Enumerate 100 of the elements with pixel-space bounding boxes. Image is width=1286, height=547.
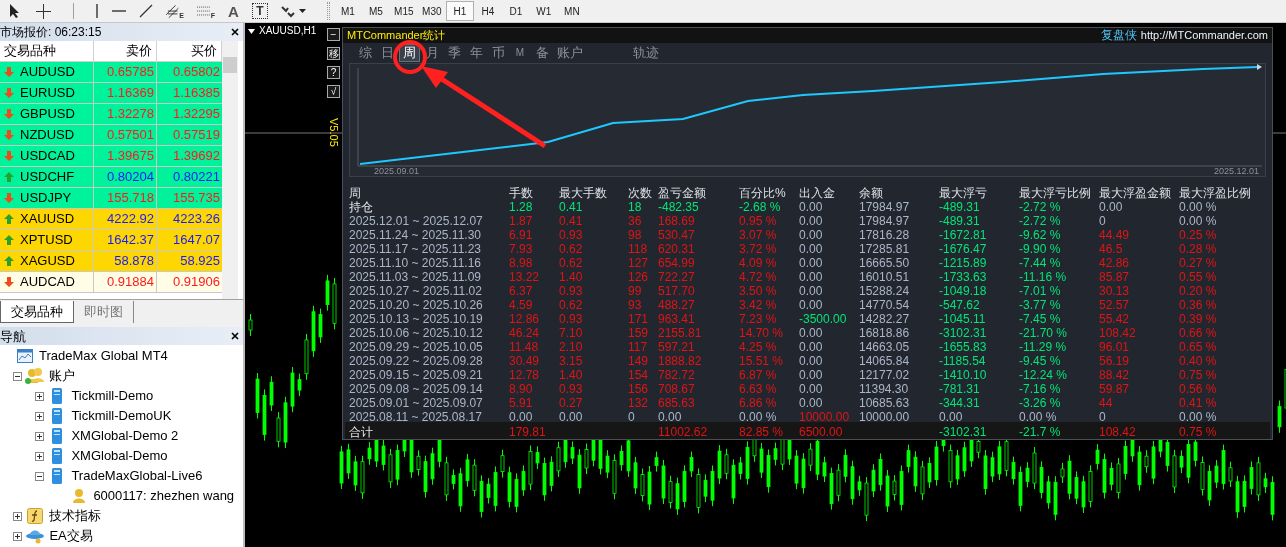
panel-control[interactable]: − [327,28,340,41]
crosshair-icon[interactable] [35,2,52,20]
bid-price: 0.91884 [94,272,157,292]
bid-price: 155.718 [94,188,157,208]
close-icon[interactable] [231,28,239,36]
column-header: 周 [349,186,361,200]
timeframe-button[interactable]: D1 [501,1,530,21]
table-cell: 2025.09.29 ~ 2025.10.05 [349,340,483,354]
stats-tab[interactable]: 月 [422,43,442,62]
tree-item[interactable]: XMGlobal-Demo 2 [71,426,179,446]
panel-control[interactable]: √ [327,85,340,98]
vertical-line-icon[interactable] [95,4,99,18]
stats-tab[interactable]: 账户 [554,43,586,62]
quote-row[interactable]: USDCHF 0.80204 0.80221 [0,167,222,188]
annotation-circle [393,40,427,74]
expand-toggle[interactable] [34,451,44,461]
bid-price: 0.80204 [94,167,157,187]
quote-row[interactable]: USDJPY 155.718 155.735 [0,188,222,209]
quote-row[interactable]: XAGUSD 58.878 58.925 [0,251,222,272]
column-header[interactable]: 交易品种 [0,41,94,61]
stats-tab[interactable]: 综 [355,43,375,62]
timeframe-button[interactable]: M15 [389,1,418,21]
stats-tab[interactable]: 币 [488,43,508,62]
stats-tab[interactable]: 季 [444,43,464,62]
scrollbar[interactable] [222,41,238,299]
table-cell: 0.00 % [1179,410,1217,424]
table-cell: 2025.11.17 ~ 2025.11.23 [349,242,481,256]
arrows-dropdown[interactable] [280,4,306,18]
cursor-icon[interactable] [8,3,22,19]
tree-item[interactable]: Tickmill-DemoUK [71,406,172,426]
panel-control[interactable]: 移 [327,47,340,60]
website-link[interactable]: http://MTCommander.com [1140,29,1268,41]
table-cell: 82.85 % [739,424,784,439]
quote-row[interactable]: AUDCAD 0.91884 0.91906 [0,272,222,293]
tree-item[interactable]: XMGlobal-Demo [71,446,168,466]
quote-row[interactable]: AUDUSD 0.65785 0.65802 [0,62,222,83]
timeframe-button[interactable]: H4 [473,1,502,21]
table-cell: 0.00 [799,368,823,382]
collapse-toggle[interactable] [12,371,22,381]
symbol-name: XAUUSD [20,210,75,229]
text-tool[interactable]: A [228,3,239,19]
collapse-toggle[interactable] [34,471,44,481]
table-cell: 10685.63 [859,396,910,410]
table-cell: 3.42 % [739,298,777,312]
quote-row[interactable]: XPTUSD 1642.37 1647.07 [0,230,222,251]
ask-price: 4223.26 [172,210,221,229]
expand-toggle[interactable] [12,531,22,541]
column-header: 盈亏金额 [658,186,706,200]
expand-toggle[interactable] [34,431,44,441]
dropdown-icon[interactable] [248,28,255,34]
expand-toggle[interactable] [34,391,44,401]
tree-item[interactable]: TradeMaxGlobal-Live6 [71,466,203,486]
quote-row[interactable]: XAUUSD 4222.92 4223.26 [0,209,222,230]
bid-price: 1.39675 [94,146,157,166]
chart-window-icon [17,349,33,363]
table-cell: 0.00 [799,382,823,396]
table-cell: 16010.51 [859,270,910,284]
timeframe-button[interactable]: MN [557,1,586,21]
table-cell: 2025.09.22 ~ 2025.09.28 [349,354,483,368]
timeframe-button[interactable]: W1 [529,1,558,21]
close-icon[interactable] [231,332,239,340]
quote-row[interactable]: USDCAD 1.39675 1.39692 [0,146,222,167]
timeframe-button[interactable]: M30 [417,1,446,21]
server-icon [51,407,64,425]
quote-row[interactable]: NZDUSD 0.57501 0.57519 [0,125,222,146]
panel-control[interactable]: ? [327,66,340,79]
trend-line-icon[interactable] [139,4,153,18]
stats-tab[interactable]: 年 [466,43,486,62]
column-header[interactable]: 卖价 [94,41,157,61]
expand-toggle[interactable] [12,511,22,521]
stats-tab[interactable]: 日 [377,43,397,62]
caret-icon[interactable] [298,9,306,13]
table-cell: 2025.10.27 ~ 2025.11.02 [349,284,482,298]
tree-item[interactable]: TradeMax Global MT4 [39,346,168,366]
stats-tab[interactable]: 备 [532,43,552,62]
table-cell: 11002.62 [658,424,708,439]
table-cell: -344.31 [939,396,980,410]
panel-tab[interactable]: 交易品种 [0,301,74,323]
tree-item[interactable]: 技术指标 [49,506,102,526]
text-label-tool[interactable]: T [251,3,268,19]
quote-row[interactable]: GBPUSD 1.32278 1.32295 [0,104,222,125]
table-cell: 1.40 [559,270,583,284]
timeframe-button[interactable]: H1 [445,1,474,21]
column-header: 出入金 [799,186,835,200]
tree-item[interactable]: 账户 [49,366,76,386]
stats-tab[interactable]: M [510,43,530,62]
tree-item[interactable]: 6000117: zhezhen wang [93,486,235,506]
table-cell: -1215.89 [939,256,987,270]
quote-row[interactable]: EURUSD 1.16369 1.16385 [0,83,222,104]
timeframe-button[interactable]: M5 [361,1,390,21]
timeframe-button[interactable]: M1 [333,1,362,21]
tree-item[interactable]: EA交易 [49,526,93,546]
table-cell: 15288.24 [859,284,910,298]
tree-item[interactable]: Tickmill-Demo [71,386,154,406]
bid-price: 0.57501 [94,125,157,145]
horizontal-line-icon[interactable] [112,9,126,13]
ask-price: 58.925 [179,252,221,271]
table-cell: 11394.30 [859,382,909,396]
expand-toggle[interactable] [34,411,44,421]
stats-tab[interactable]: 轨迹 [630,43,662,62]
